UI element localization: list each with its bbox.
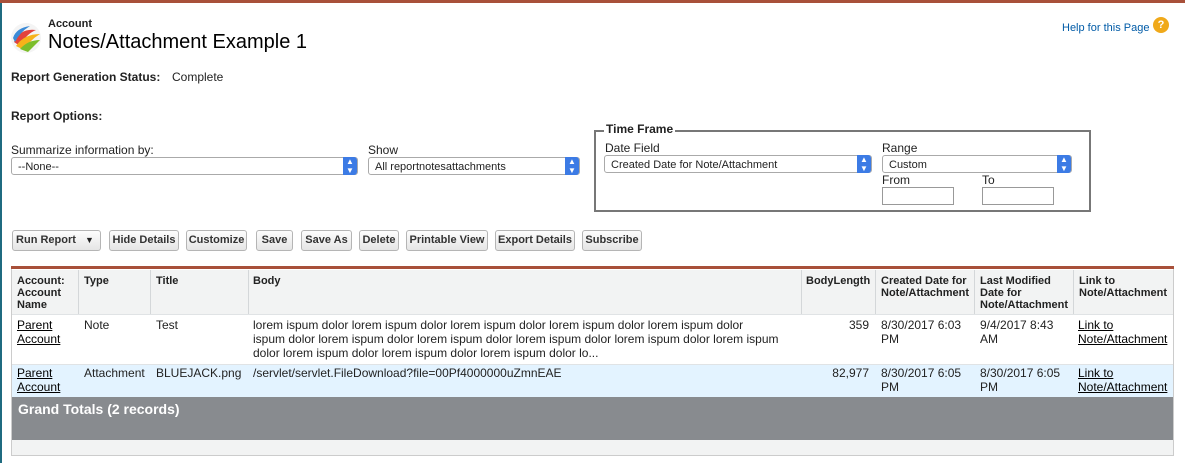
created-date-cell: 8/30/2017 6:05 PM [881, 366, 962, 394]
type-cell: Attachment [84, 366, 145, 380]
column-header-body[interactable]: Body [253, 275, 281, 287]
date-field-label: Date Field [605, 141, 660, 155]
column-header-account[interactable]: Account: Account Name [17, 275, 65, 311]
column-header-link[interactable]: Link to Note/Attachment [1079, 275, 1167, 299]
range-select[interactable]: Custom ▲ ▼ [882, 155, 1072, 173]
column-divider [801, 270, 802, 314]
note-attachment-link[interactable]: Link to Note/Attachment [1078, 366, 1167, 394]
summarize-select[interactable]: --None-- ▲ ▼ [11, 157, 358, 175]
column-divider [875, 270, 876, 314]
hide-details-button[interactable]: Hide Details [109, 230, 179, 251]
subscribe-button[interactable]: Subscribe [582, 230, 642, 251]
show-select-value: All reportnotesattachments [375, 161, 506, 173]
body-cell: /servlet/servlet.FileDownload?file=00Pf4… [253, 366, 562, 380]
page-title: Notes/Attachment Example 1 [48, 31, 308, 53]
status-label: Report Generation Status: [11, 70, 161, 84]
report-top-border [11, 266, 1174, 269]
help-icon[interactable]: ? [1153, 17, 1169, 33]
select-arrows-icon: ▲ ▼ [343, 157, 357, 175]
date-field-select[interactable]: Created Date for Note/Attachment ▲ ▼ [604, 155, 872, 173]
note-attachment-link[interactable]: Link to Note/Attachment [1078, 318, 1167, 346]
body-length-cell: 82,977 [832, 366, 869, 380]
type-cell: Note [84, 318, 110, 332]
body-length-cell: 359 [848, 318, 869, 332]
reports-logo-icon [11, 23, 41, 53]
column-divider [248, 270, 249, 314]
created-date-cell: 8/30/2017 6:03 PM [881, 318, 962, 346]
save-button[interactable]: Save [256, 230, 293, 251]
account-name-link[interactable]: Parent Account [17, 318, 60, 346]
table-footer [12, 440, 1173, 455]
date-field-select-value: Created Date for Note/Attachment [611, 159, 778, 171]
run-report-button[interactable]: Run Report [12, 230, 80, 251]
range-label: Range [882, 141, 918, 155]
from-label: From [882, 173, 910, 187]
printable-view-button[interactable]: Printable View [406, 230, 488, 251]
time-frame-legend: Time Frame [604, 122, 676, 136]
range-select-value: Custom [889, 159, 927, 171]
select-arrows-icon: ▲ ▼ [857, 155, 871, 173]
select-arrows-icon: ▲ ▼ [1057, 155, 1071, 173]
help-link[interactable]: Help for this Page [1062, 22, 1149, 34]
to-label: To [982, 173, 995, 187]
show-label: Show [368, 143, 399, 157]
column-header-last-modified[interactable]: Last Modified Date for Note/Attachment [980, 275, 1068, 311]
column-header-type[interactable]: Type [84, 275, 109, 287]
top-accent-bar [0, 0, 1185, 3]
export-details-button[interactable]: Export Details [495, 230, 575, 251]
summarize-label: Summarize information by: [11, 143, 154, 157]
left-accent-bar [0, 3, 2, 463]
body-cell: lorem ispum dolor lorem ispum dolor lore… [253, 318, 779, 360]
options-label: Report Options: [11, 109, 103, 123]
grand-totals-label: Grand Totals (2 records) [18, 401, 180, 417]
column-divider [974, 270, 975, 314]
modified-date-cell: 9/4/2017 8:43 AM [980, 318, 1054, 346]
delete-button[interactable]: Delete [359, 230, 399, 251]
select-arrows-icon: ▲ ▼ [565, 157, 579, 175]
account-name-link[interactable]: Parent Account [17, 366, 60, 394]
customize-button[interactable]: Customize [186, 230, 247, 251]
breadcrumb: Account [48, 18, 92, 30]
column-header-created-date[interactable]: Created Date for Note/Attachment [881, 275, 969, 299]
column-divider [1073, 270, 1074, 314]
grand-totals-row [12, 397, 1173, 440]
column-header-title[interactable]: Title [156, 275, 178, 287]
modified-date-cell: 8/30/2017 6:05 PM [980, 366, 1061, 394]
run-report-menu-icon[interactable]: ▼ [79, 230, 101, 251]
status-value: Complete [172, 70, 224, 84]
column-divider [78, 270, 79, 314]
column-divider [150, 270, 151, 314]
from-date-input[interactable] [882, 187, 954, 205]
title-cell: Test [156, 318, 179, 332]
save-as-button[interactable]: Save As [301, 230, 352, 251]
to-date-input[interactable] [982, 187, 1054, 205]
summarize-select-value: --None-- [18, 161, 59, 173]
show-select[interactable]: All reportnotesattachments ▲ ▼ [368, 157, 580, 175]
column-header-bodylength[interactable]: BodyLength [806, 275, 870, 287]
title-cell: BLUEJACK.png [156, 366, 242, 380]
